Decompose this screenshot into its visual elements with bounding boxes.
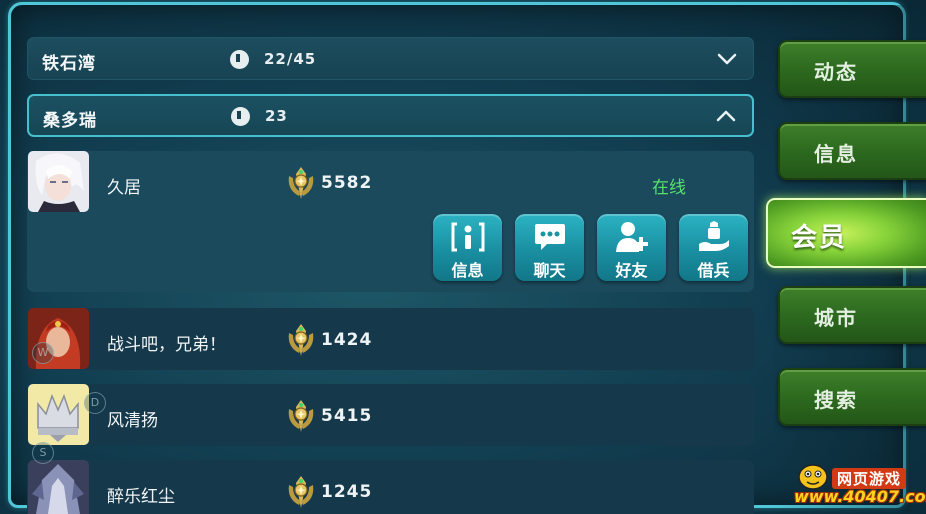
member-row[interactable]: 战斗吧，兄弟！ 1424 [27,308,754,370]
guild-row-sangduorui[interactable]: 桑多瑞 23 [27,94,754,137]
member-score: 5582 [321,173,373,193]
site-logo: 网页游戏 www.40407.com [792,462,926,510]
tab-xinxi[interactable]: 信息 [778,122,926,180]
chat-icon [535,224,565,250]
medal-icon [288,324,314,356]
medal-icon [288,476,314,508]
tab-label: 信息 [814,142,858,166]
tab-huiyuan[interactable]: 会员 [766,198,926,268]
key-s-button[interactable]: S [32,442,54,464]
member-name: 战斗吧，兄弟！ [107,335,226,355]
tab-sousuo[interactable]: 搜索 [778,368,926,426]
member-score: 1245 [321,482,373,502]
info-icon [451,222,485,252]
chat-button[interactable]: 聊天 [515,214,584,281]
key-d-button[interactable]: D [84,392,106,414]
action-label: 借兵 [697,261,730,280]
action-label: 聊天 [533,261,566,280]
logo-title: 网页游戏 [832,468,907,489]
logo-url: www.40407.com [794,487,926,506]
tab-label: 搜索 [814,388,858,412]
borrow-troops-icon [699,221,729,251]
mascot-icon [798,464,828,490]
info-button[interactable]: 信息 [433,214,502,281]
member-name: 风清扬 [107,411,158,431]
member-score: 1424 [321,330,373,350]
member-name: 醉乐红尘 [107,487,175,507]
key-w-button[interactable]: W [32,342,54,364]
member-row-expanded[interactable]: 久居 5582 在线 信息 聊天 好友 借兵 [27,151,754,292]
add-friend-button[interactable]: 好友 [597,214,666,281]
tab-chengshi[interactable]: 城市 [778,286,926,344]
crown-avatar [28,384,89,445]
member-score: 5415 [321,406,373,426]
medal-icon [288,167,314,199]
tab-label: 会员 [790,223,847,253]
tab-dongtai[interactable]: 动态 [778,40,926,98]
action-label: 好友 [615,261,648,280]
online-status: 在线 [652,178,686,198]
action-label: 信息 [451,261,484,280]
flag-icon [231,107,250,126]
borrow-troops-button[interactable]: 借兵 [679,214,748,281]
member-row[interactable]: 风清扬 5415 [27,384,754,446]
chevron-up-icon[interactable] [716,106,736,126]
add-friend-icon [616,222,648,252]
guild-member-count: 22/45 [264,50,317,68]
medal-icon [288,400,314,432]
tab-label: 动态 [814,60,858,84]
chevron-down-icon[interactable] [717,49,737,69]
white-hair-avatar [28,151,89,212]
tab-label: 城市 [814,306,858,330]
guild-name: 桑多瑞 [43,111,97,131]
guild-row-tieshiwan[interactable]: 铁石湾 22/45 [27,37,754,80]
guild-member-count: 23 [265,107,288,125]
armored-knight-avatar [28,460,89,514]
member-row[interactable]: 醉乐红尘 1245 [27,460,754,514]
flag-icon [230,50,249,69]
guild-name: 铁石湾 [42,54,96,74]
member-name: 久居 [107,178,141,198]
